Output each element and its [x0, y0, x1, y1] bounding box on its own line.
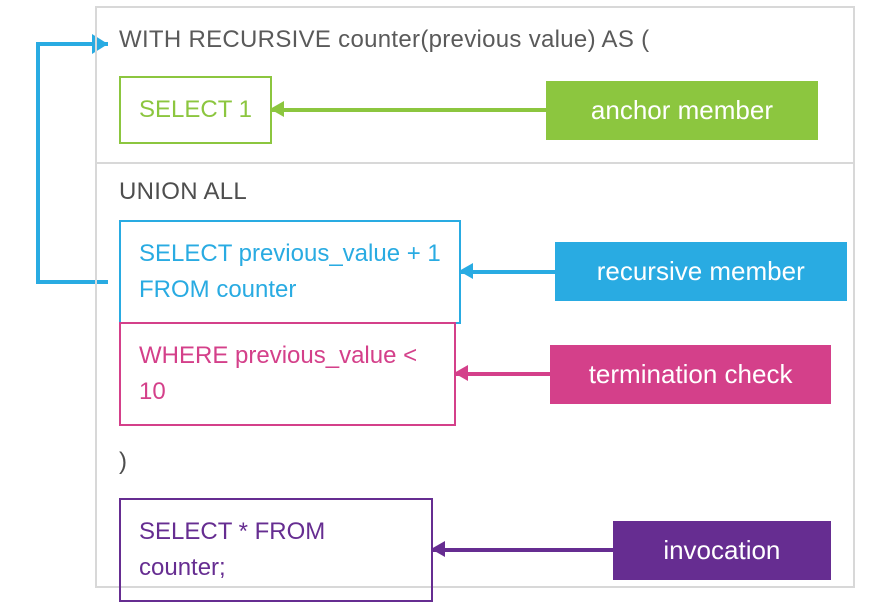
recursive-arrow — [461, 270, 555, 274]
termination-label: termination check — [550, 345, 831, 404]
anchor-region: WITH RECURSIVE counter(previous value) A… — [97, 8, 853, 164]
anchor-label: anchor member — [546, 81, 818, 140]
invocation-label: invocation — [613, 521, 831, 580]
anchor-select-box: SELECT 1 — [119, 76, 272, 144]
recursive-row: SELECT previous_value + 1 FROM counter r… — [119, 220, 831, 324]
with-recursive-line: WITH RECURSIVE counter(previous value) A… — [119, 26, 831, 54]
final-select-box: SELECT * FROM counter; — [119, 498, 433, 602]
anchor-arrow — [272, 108, 546, 112]
recursive-label: recursive member — [555, 242, 847, 301]
where-box: WHERE previous_value < 10 — [119, 322, 456, 426]
recursive-select-box: SELECT previous_value + 1 FROM counter — [119, 220, 461, 324]
invocation-arrow — [433, 548, 613, 552]
union-all-line: UNION ALL — [119, 178, 831, 206]
termination-row: WHERE previous_value < 10 termination ch… — [119, 322, 831, 426]
diagram-container: WITH RECURSIVE counter(previous value) A… — [95, 6, 855, 588]
invocation-row: SELECT * FROM counter; invocation — [119, 498, 831, 602]
anchor-row: SELECT 1 anchor member — [119, 76, 831, 144]
termination-arrow — [456, 372, 550, 376]
close-paren-line: ) — [119, 448, 831, 476]
